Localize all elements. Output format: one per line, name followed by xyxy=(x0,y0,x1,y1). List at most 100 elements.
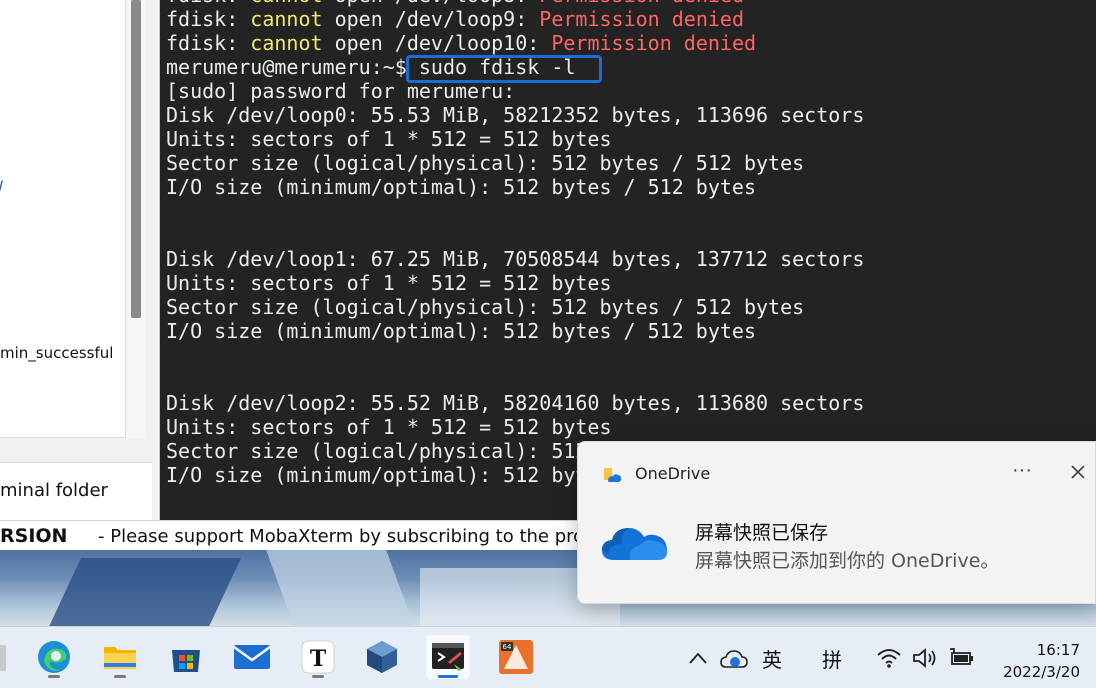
status-bar[interactable]: RSION - Please support MobaXterm by subs… xyxy=(0,520,600,550)
more-icon[interactable]: ··· xyxy=(1006,456,1038,488)
terminal-line: Sector size (logical/physical): 512 byte… xyxy=(166,151,864,175)
scrollbar-thumb[interactable] xyxy=(131,0,141,318)
folder-icon xyxy=(104,647,136,669)
terminal-line: merumeru@merumeru:~$ sudo fdisk -l xyxy=(166,55,864,79)
terminal-text: [sudo] password for merumeru: xyxy=(166,79,516,103)
terminal-line: I/O size (minimum/optimal): 512 bytes / … xyxy=(166,175,864,199)
tree-item[interactable]: min_successful xyxy=(0,344,113,362)
virtualbox-button[interactable] xyxy=(360,635,404,679)
terminal-text: Units: sectors of 1 * 512 = 512 bytes xyxy=(166,271,612,295)
ime-mode-label: 拼 xyxy=(822,647,842,672)
terminal-line: fdisk: cannot open /dev/loop8: Permissio… xyxy=(166,0,864,7)
taskbar: T 64 英 拼 16:17 2022/3/20 xyxy=(0,626,1096,688)
edge-browser-button[interactable] xyxy=(32,635,76,679)
onedrive-notification[interactable]: OneDrive ··· 屏幕快照已保存 屏幕快照已添加到你的 OneDrive… xyxy=(577,441,1096,604)
mobaxterm-button[interactable] xyxy=(426,635,470,679)
close-icon[interactable] xyxy=(1066,460,1090,484)
terminal-text: I/O size (minimum/optimal): 512 bytes / … xyxy=(166,175,757,199)
terminal-text: open /dev/loop10: xyxy=(322,31,552,55)
terminal-line: Units: sectors of 1 * 512 = 512 bytes xyxy=(166,127,864,151)
terminal-text: Disk /dev/loop1: 67.25 MiB, 70508544 byt… xyxy=(166,247,865,271)
terminal-output: fdisk: cannot open /dev/loop8: Permissio… xyxy=(166,0,864,487)
system-clock[interactable]: 16:17 2022/3/20 xyxy=(994,639,1080,683)
sidebar-scrollbar[interactable] xyxy=(126,0,146,438)
xshell-button[interactable]: 64 xyxy=(494,635,538,679)
support-message[interactable]: - Please support MobaXterm by subscribin… xyxy=(98,526,600,547)
sidebar-panel: / min_successful minal folder xyxy=(0,0,160,520)
terminal-text: Units: sectors of 1 * 512 = 512 bytes xyxy=(166,415,612,439)
terminal-text: open /dev/loop8: xyxy=(323,0,540,7)
terminal-text: Permission denied xyxy=(551,31,757,55)
edition-label: RSION xyxy=(0,525,68,547)
notification-body: 屏幕快照已添加到你的 OneDrive。 xyxy=(695,550,1000,572)
terminal-text: open /dev/loop9: xyxy=(322,7,540,31)
svg-text:64: 64 xyxy=(503,643,512,651)
wallpaper-shape xyxy=(39,558,241,626)
terminal-line: Units: sectors of 1 * 512 = 512 bytes xyxy=(166,415,864,439)
typora-button[interactable]: T xyxy=(296,635,340,679)
wallpaper-shape xyxy=(265,548,415,626)
tree-expander-icon[interactable]: / xyxy=(0,178,3,199)
mail-button[interactable] xyxy=(230,635,274,679)
running-indicator xyxy=(48,675,60,678)
terminal-line: fdisk: cannot open /dev/loop9: Permissio… xyxy=(166,7,864,31)
clock-time: 16:17 xyxy=(1036,641,1080,659)
terminal-text: Disk /dev/loop0: 55.53 MiB, 58212352 byt… xyxy=(166,103,865,127)
ime-language-indicator[interactable]: 英 xyxy=(762,627,782,688)
ime-language-label: 英 xyxy=(762,647,782,672)
running-indicator xyxy=(312,675,324,678)
terminal-text: Disk /dev/loop2: 55.52 MiB, 58204160 byt… xyxy=(166,391,865,415)
terminal-text: Sector size (logical/physical): 512 byte… xyxy=(166,295,805,319)
notification-app-name: OneDrive xyxy=(635,464,711,483)
ime-mode-indicator[interactable]: 拼 xyxy=(822,627,842,688)
notification-title: 屏幕快照已保存 xyxy=(695,522,829,544)
file-explorer-button[interactable] xyxy=(98,635,142,679)
terminal-text: I/O size (minimum/optimal): 512 bytes / … xyxy=(166,319,757,343)
store-icon xyxy=(172,650,200,672)
cloud-icon xyxy=(602,528,668,560)
microsoft-store-button[interactable] xyxy=(164,635,208,679)
chevron-up-icon[interactable] xyxy=(688,651,708,665)
terminal-text: cannot xyxy=(250,7,323,31)
active-indicator xyxy=(438,675,458,678)
terminal-text: Permission denied xyxy=(539,0,744,7)
battery-charging-icon[interactable] xyxy=(948,647,976,669)
terminal-text: cannot xyxy=(250,31,323,55)
wifi-icon[interactable] xyxy=(876,647,902,669)
terminal-text: Permission denied xyxy=(539,7,744,31)
terminal-text: Units: sectors of 1 * 512 = 512 bytes xyxy=(166,127,612,151)
terminal-text: cannot xyxy=(250,0,322,7)
terminal-line: Disk /dev/loop0: 55.53 MiB, 58212352 byt… xyxy=(166,103,864,127)
edge-icon xyxy=(38,641,70,673)
terminal-folder-label: minal folder xyxy=(0,480,108,501)
terminal-line: Sector size (logical/physical): 512 byte… xyxy=(166,295,864,319)
xshell-icon: 64 xyxy=(499,640,533,674)
terminal-line: Disk /dev/loop2: 55.52 MiB, 58204160 byt… xyxy=(166,391,864,415)
mail-icon xyxy=(233,645,271,669)
terminal-text: fdisk: xyxy=(166,7,251,31)
onedrive-sync-icon[interactable] xyxy=(720,647,748,671)
terminal-line: [sudo] password for merumeru: xyxy=(166,79,864,103)
running-indicator xyxy=(114,675,126,678)
file-tree[interactable]: / min_successful xyxy=(0,0,126,438)
clock-date: 2022/3/20 xyxy=(1003,663,1080,681)
volume-icon[interactable] xyxy=(912,647,938,669)
terminal-text: fdisk: xyxy=(166,31,251,55)
terminal-line: I/O size (minimum/optimal): 512 bytes / … xyxy=(166,319,864,343)
terminal-line: Disk /dev/loop1: 67.25 MiB, 70508544 byt… xyxy=(166,247,864,271)
terminal-text: fdisk: xyxy=(166,0,250,7)
taskbar-edge xyxy=(0,645,6,671)
follow-terminal-folder-option[interactable]: minal folder xyxy=(0,462,152,520)
mobaxterm-icon xyxy=(432,643,464,671)
svg-text:T: T xyxy=(310,646,327,672)
onedrive-icon xyxy=(604,468,621,482)
terminal-line: fdisk: cannot open /dev/loop10: Permissi… xyxy=(166,31,864,55)
terminal-text: Sector size (logical/physical): 512 byte… xyxy=(166,151,805,175)
virtualbox-icon xyxy=(367,641,397,673)
terminal-text: merumeru@merumeru:~$ sudo fdisk -l xyxy=(166,55,576,79)
typora-icon: T xyxy=(301,640,335,674)
